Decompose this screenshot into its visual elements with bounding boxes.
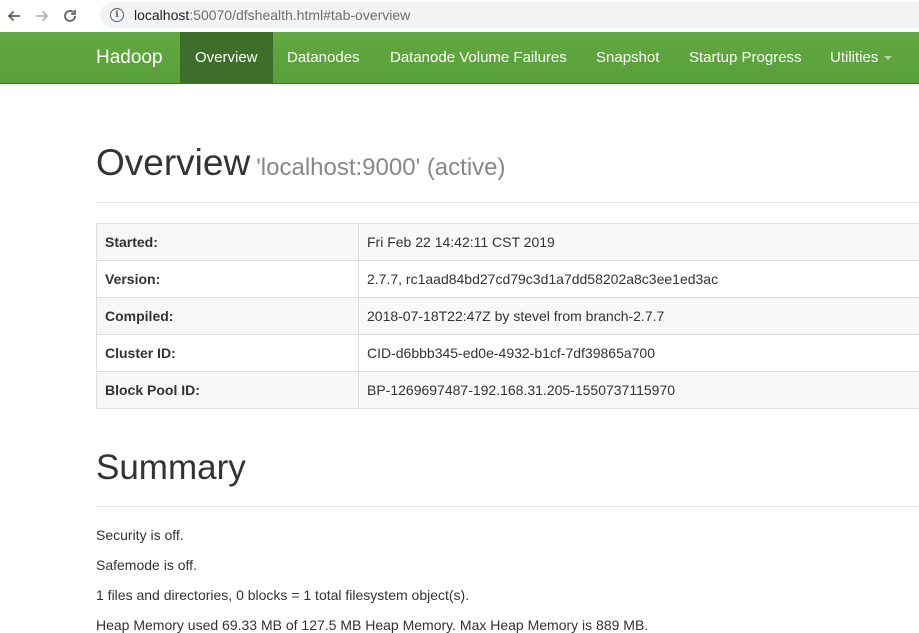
arrow-right-icon bbox=[36, 10, 49, 22]
heap-memory: Heap Memory used 69.33 MB of 127.5 MB He… bbox=[96, 617, 649, 633]
row-value: 2.7.7, rc1aad84bd27cd79c3d1a7dd58202a8c3… bbox=[358, 260, 919, 298]
table-row: Started: Fri Feb 22 14:42:11 CST 2019 bbox=[96, 223, 919, 261]
table-row: Version: 2.7.7, rc1aad84bd27cd79c3d1a7dd… bbox=[96, 260, 919, 298]
top-navbar: Hadoop Overview Datanodes Datanode Volum… bbox=[0, 32, 919, 84]
table-row: Cluster ID: CID-d6bbb345-ed0e-4932-b1cf-… bbox=[96, 334, 919, 372]
reload-icon bbox=[64, 10, 76, 22]
summary-title: Summary bbox=[96, 448, 246, 487]
url-path: :50070/dfshealth.html#tab-overview bbox=[189, 7, 411, 23]
row-key: Version: bbox=[96, 260, 359, 298]
overview-table: Started: Fri Feb 22 14:42:11 CST 2019 Ve… bbox=[96, 223, 919, 409]
brand-logo[interactable]: Hadoop bbox=[96, 32, 163, 83]
safemode-status: Safemode is off. bbox=[96, 557, 197, 573]
arrow-left-icon bbox=[7, 10, 20, 22]
browser-toolbar: i localhost:50070/dfshealth.html#tab-ove… bbox=[0, 0, 919, 32]
table-row: Block Pool ID: BP-1269697487-192.168.31.… bbox=[96, 371, 919, 409]
row-key: Block Pool ID: bbox=[96, 371, 359, 409]
reload-button[interactable] bbox=[56, 2, 84, 30]
nav-item-datanodes[interactable]: Datanodes bbox=[272, 32, 375, 83]
info-icon[interactable]: i bbox=[110, 8, 124, 22]
address-bar[interactable]: i localhost:50070/dfshealth.html#tab-ove… bbox=[100, 2, 919, 28]
nav-item-datanode-volume-failures[interactable]: Datanode Volume Failures bbox=[375, 32, 582, 83]
summary-header: Summary bbox=[96, 448, 919, 507]
row-key: Cluster ID: bbox=[96, 334, 359, 372]
forward-button[interactable] bbox=[28, 2, 56, 30]
row-value: 2018-07-18T22:47Z by stevel from branch-… bbox=[358, 297, 919, 335]
url-host: localhost bbox=[134, 7, 190, 23]
table-row: Compiled: 2018-07-18T22:47Z by stevel fr… bbox=[96, 297, 919, 335]
security-status: Security is off. bbox=[96, 527, 184, 543]
page-title: Overview bbox=[96, 142, 251, 183]
row-value: Fri Feb 22 14:42:11 CST 2019 bbox=[358, 223, 919, 261]
filesystem-objects: 1 files and directories, 0 blocks = 1 to… bbox=[96, 587, 470, 603]
nav-item-overview[interactable]: Overview bbox=[180, 32, 273, 83]
row-key: Started: bbox=[96, 223, 359, 261]
row-key: Compiled: bbox=[96, 297, 359, 335]
caret-down-icon bbox=[884, 56, 893, 61]
nav-item-snapshot[interactable]: Snapshot bbox=[581, 32, 674, 83]
row-value: CID-d6bbb345-ed0e-4932-b1cf-7df39865a700 bbox=[358, 334, 919, 372]
nav-item-utilities-label: Utilities bbox=[830, 49, 879, 66]
row-value: BP-1269697487-192.168.31.205-15507371159… bbox=[358, 371, 919, 409]
nav-item-startup-progress[interactable]: Startup Progress bbox=[674, 32, 817, 83]
back-button[interactable] bbox=[0, 2, 28, 30]
overview-header: Overview'localhost:9000' (active) bbox=[96, 142, 919, 203]
nav-item-utilities[interactable]: Utilities bbox=[815, 32, 907, 83]
namenode-subtitle: 'localhost:9000' (active) bbox=[256, 154, 506, 181]
